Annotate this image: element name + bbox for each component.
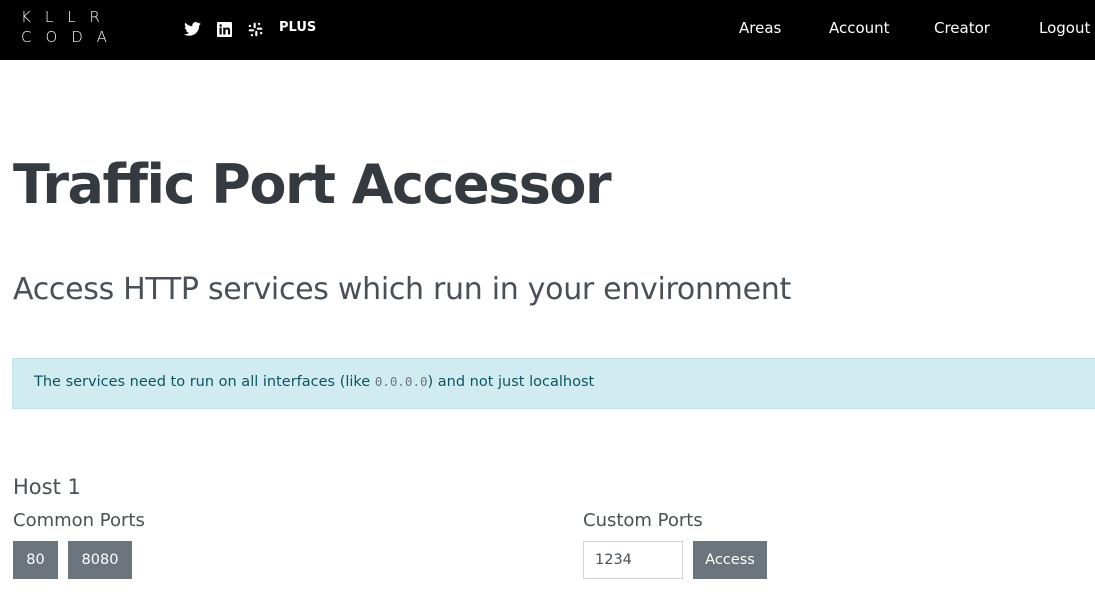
alert-text-before: The services need to run on all interfac… xyxy=(34,374,375,390)
logo-line-2: CODA xyxy=(21,28,121,46)
page-title: Traffic Port Accessor xyxy=(13,153,612,216)
nav-link-creator[interactable]: Creator xyxy=(934,19,990,37)
nav-link-logout[interactable]: Logout xyxy=(1039,19,1090,37)
common-ports-label: Common Ports xyxy=(13,510,145,531)
linkedin-icon[interactable] xyxy=(217,19,232,39)
nav-link-areas[interactable]: Areas xyxy=(739,19,781,37)
killercoda-logo[interactable]: KLLR CODA xyxy=(21,7,121,47)
port-80-button[interactable]: 80 xyxy=(13,541,58,579)
twitter-icon[interactable] xyxy=(184,19,201,39)
slack-icon[interactable] xyxy=(248,19,263,39)
port-8080-button[interactable]: 8080 xyxy=(68,541,132,579)
host-title: Host 1 xyxy=(13,475,81,499)
alert-text-after: ) and not just localhost xyxy=(427,374,595,390)
top-navbar: KLLR CODA PLUS Areas Account Creator Log… xyxy=(0,0,1095,60)
access-button[interactable]: Access xyxy=(693,541,767,579)
custom-ports-label: Custom Ports xyxy=(583,510,703,531)
custom-port-input[interactable] xyxy=(583,541,683,579)
page-subtitle: Access HTTP services which run in your e… xyxy=(13,272,791,307)
plus-link[interactable]: PLUS xyxy=(279,20,316,35)
nav-link-account[interactable]: Account xyxy=(829,19,890,37)
alert-code: 0.0.0.0 xyxy=(374,374,428,389)
logo-line-1: KLLR xyxy=(21,8,114,26)
info-alert: The services need to run on all interfac… xyxy=(12,358,1095,409)
